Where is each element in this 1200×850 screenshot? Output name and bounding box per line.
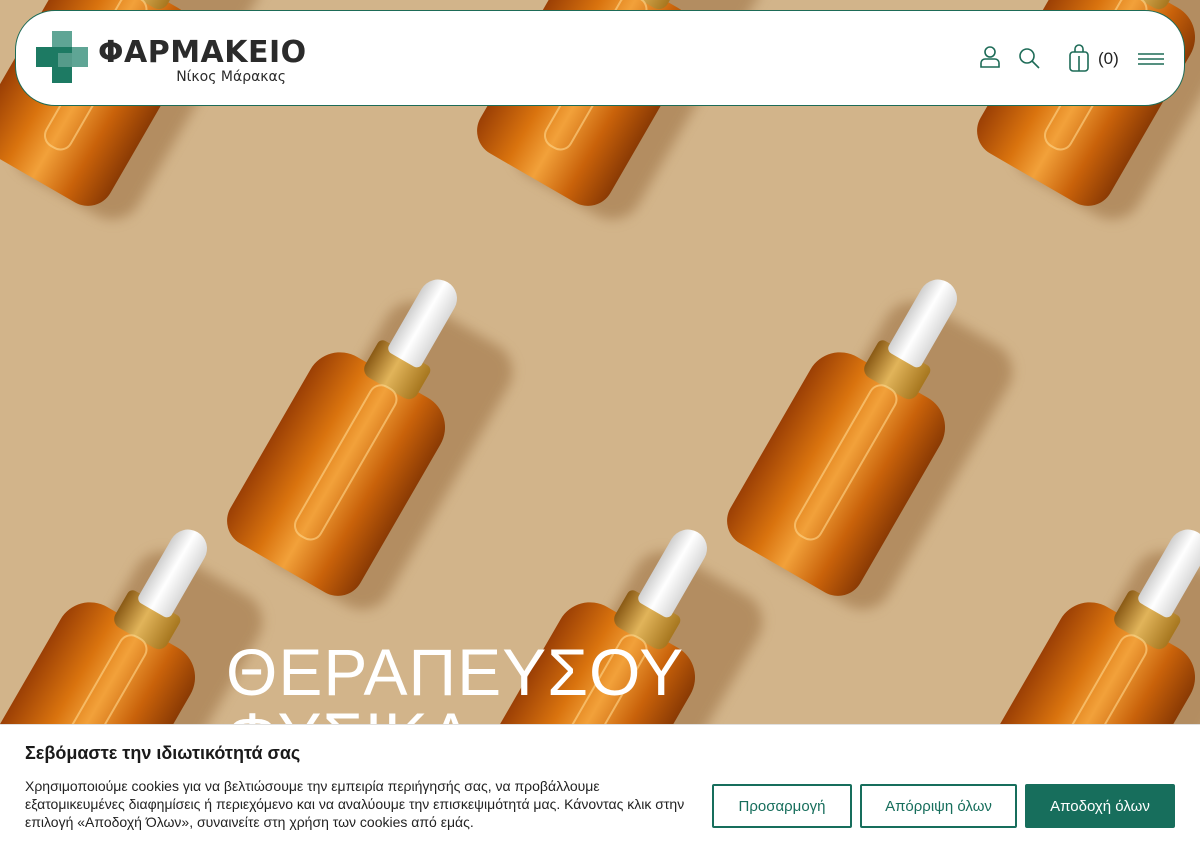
hero-banner: ΘΕΡΑΠΕΥΣΟΥ ΦΥΣΙΚΑ xyxy=(0,0,1200,850)
hero-title-line-1: ΘΕΡΑΠΕΥΣΟΥ xyxy=(226,635,685,709)
cookie-consent-banner: Σεβόμαστε την ιδιωτικότητά σας Χρησιμοπο… xyxy=(0,724,1200,850)
site-header: ΦΑΡΜΑΚΕΙΟ Νίκος Μάρακας (0) xyxy=(15,10,1185,106)
cookie-title: Σεβόμαστε την ιδιωτικότητά σας xyxy=(25,743,301,763)
serum-bottle-image xyxy=(717,245,1024,621)
cookie-text: Χρησιμοποιούμε cookies για να βελτιώσουμ… xyxy=(25,778,685,830)
serum-bottle-image xyxy=(217,245,524,621)
site-logo[interactable]: ΦΑΡΜΑΚΕΙΟ Νίκος Μάρακας xyxy=(36,31,306,87)
user-icon[interactable] xyxy=(980,45,1000,73)
shopping-bag-icon[interactable] xyxy=(1069,44,1089,76)
search-icon[interactable] xyxy=(1018,47,1040,73)
accept-all-button[interactable]: Αποδοχή όλων xyxy=(1025,784,1175,828)
customize-button[interactable]: Προσαρμογή xyxy=(712,784,852,828)
reject-all-button[interactable]: Απόρριψη όλων xyxy=(860,784,1017,828)
brand-name: ΦΑΡΜΑΚΕΙΟ xyxy=(98,35,307,70)
pharmacy-cross-icon xyxy=(36,31,88,83)
menu-icon[interactable] xyxy=(1138,51,1164,71)
cart-count[interactable]: (0) xyxy=(1098,49,1119,69)
brand-subtitle: Νίκος Μάρακας xyxy=(176,69,286,85)
